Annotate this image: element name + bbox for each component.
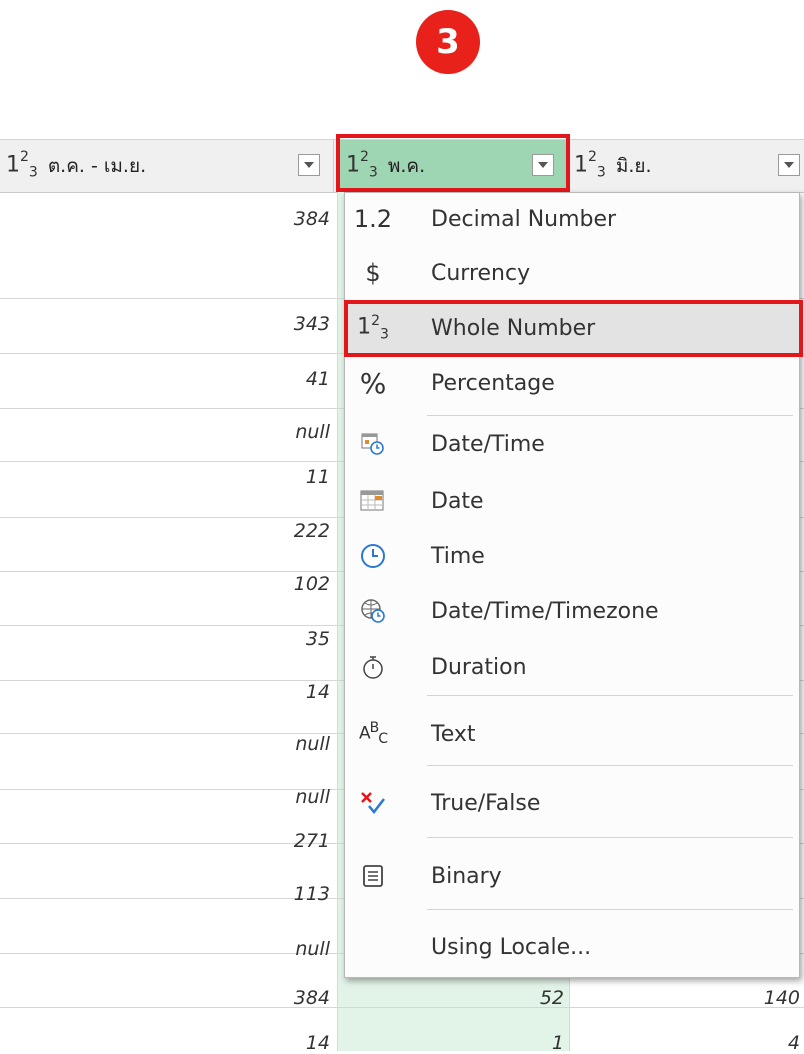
menu-item-label: Using Locale... — [431, 934, 592, 960]
menu-separator — [427, 695, 793, 696]
table-cell[interactable]: 113 — [0, 883, 330, 905]
menu-item-decimal-number[interactable]: 1.2 Decimal Number — [345, 193, 799, 245]
currency-icon: $ — [365, 259, 381, 287]
date-icon — [351, 473, 395, 529]
menu-separator — [427, 909, 793, 910]
table-cell[interactable]: null — [0, 733, 330, 755]
menu-item-label: True/False — [431, 790, 541, 816]
menu-item-text[interactable]: ABC Text — [345, 703, 799, 765]
column-divider — [337, 192, 338, 1051]
column-header-jun[interactable]: 123 มิ.ย. — [570, 140, 804, 192]
table-cell[interactable]: 384 — [0, 208, 330, 230]
menu-item-label: Percentage — [431, 370, 555, 396]
table-cell[interactable]: 41 — [0, 368, 330, 390]
table-cell[interactable]: null — [0, 938, 330, 960]
menu-separator — [427, 765, 793, 766]
menu-item-label: Duration — [431, 654, 527, 680]
time-icon — [351, 529, 395, 583]
menu-item-using-locale[interactable]: Using Locale... — [345, 917, 799, 977]
menu-item-duration[interactable]: Duration — [345, 639, 799, 695]
table-cell[interactable]: 222 — [0, 520, 330, 542]
menu-item-currency[interactable]: $ Currency — [345, 245, 799, 301]
menu-item-date[interactable]: Date — [345, 473, 799, 529]
duration-icon — [351, 639, 395, 695]
menu-item-binary[interactable]: Binary — [345, 843, 799, 909]
menu-item-percentage[interactable]: % Percentage — [345, 355, 799, 411]
whole-number-type-icon[interactable]: 123 — [6, 149, 38, 181]
column-title: ต.ค. - เม.ย. — [47, 155, 147, 177]
column-filter-dropdown-icon[interactable] — [298, 154, 320, 176]
table-cell[interactable]: 271 — [0, 830, 330, 852]
table-cell[interactable]: 140 — [570, 987, 800, 1009]
table-cell[interactable]: null — [0, 421, 330, 443]
table-cell[interactable]: 11 — [0, 466, 330, 488]
menu-item-label: Date — [431, 488, 484, 514]
date-time-timezone-icon — [351, 583, 395, 639]
menu-item-time[interactable]: Time — [345, 529, 799, 583]
menu-item-label: Binary — [431, 863, 502, 889]
menu-item-label: Decimal Number — [431, 206, 617, 232]
whole-number-type-icon[interactable]: 123 — [574, 149, 606, 181]
menu-item-label: Text — [431, 721, 476, 747]
table-cell[interactable]: 343 — [0, 313, 330, 335]
menu-item-label: Currency — [431, 260, 531, 286]
column-header-oct-apr[interactable]: 123 ต.ค. - เม.ย. — [0, 140, 334, 192]
step-badge: 3 — [416, 10, 480, 74]
column-filter-dropdown-icon[interactable] — [778, 154, 800, 176]
menu-item-date-time-timezone[interactable]: Date/Time/Timezone — [345, 583, 799, 639]
menu-item-date-time[interactable]: Date/Time — [345, 415, 799, 473]
table-cell[interactable]: 102 — [0, 573, 330, 595]
true-false-icon — [351, 771, 395, 835]
menu-item-label: Date/Time — [431, 431, 545, 457]
percentage-icon: % — [359, 366, 387, 400]
highlight-selected-column-header — [336, 134, 570, 192]
highlight-whole-number-item — [344, 300, 803, 357]
table-cell[interactable]: 14 — [0, 681, 330, 703]
text-icon: ABC — [358, 720, 388, 748]
table-cell[interactable]: 52 — [338, 987, 564, 1009]
table-cell[interactable]: 35 — [0, 628, 330, 650]
column-title: มิ.ย. — [615, 155, 652, 177]
table-cell[interactable]: 384 — [0, 987, 330, 1009]
menu-separator — [427, 837, 793, 838]
binary-icon — [351, 843, 395, 909]
decimal-number-icon: 1.2 — [353, 205, 393, 233]
date-time-icon — [351, 415, 395, 473]
menu-item-label: Time — [431, 543, 485, 569]
menu-item-true-false[interactable]: True/False — [345, 771, 799, 835]
table-cell[interactable]: null — [0, 786, 330, 808]
menu-item-label: Date/Time/Timezone — [431, 598, 659, 624]
